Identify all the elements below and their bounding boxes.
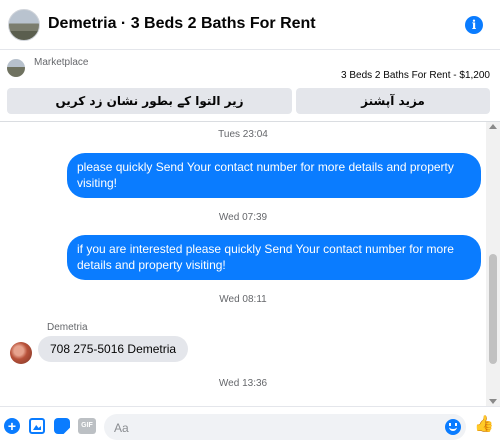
gif-icon[interactable]: GIF <box>78 418 96 434</box>
marketplace-panel: Marketplace 3 Beds 2 Baths For Rent - $1… <box>0 51 500 122</box>
timestamp: Wed 08:11 <box>219 294 267 305</box>
info-icon[interactable]: i <box>465 16 483 34</box>
outgoing-message[interactable]: if you are interested please quickly Sen… <box>67 235 481 280</box>
message-input[interactable] <box>112 418 436 438</box>
incoming-message[interactable]: 708 275-5016 Demetria <box>38 336 189 362</box>
photo-icon[interactable] <box>29 418 45 434</box>
listing-avatar[interactable] <box>8 9 40 41</box>
timestamp: Tues 23:04 <box>218 129 268 140</box>
message-input-box[interactable] <box>104 414 466 440</box>
plus-icon[interactable]: + <box>4 418 20 434</box>
sender-avatar[interactable] <box>10 342 32 364</box>
message-composer: + GIF 👍 <box>0 406 500 445</box>
thumbs-up-icon[interactable]: 👍 <box>474 416 494 434</box>
scrollbar-thumb[interactable] <box>489 254 497 364</box>
marketplace-label: Marketplace <box>34 57 89 68</box>
scroll-up-arrow-icon[interactable] <box>489 124 497 129</box>
outgoing-message[interactable]: please quickly Send Your contact number … <box>67 153 481 198</box>
listing-thumbnail[interactable] <box>7 59 25 77</box>
conversation-title[interactable]: Demetria · 3 Beds 2 Baths For Rent <box>48 15 316 33</box>
sticker-icon[interactable] <box>54 418 70 434</box>
conversation-header: Demetria · 3 Beds 2 Baths For Rent i <box>0 0 500 50</box>
timestamp: Wed 13:36 <box>218 378 268 389</box>
mark-as-pending-button[interactable]: زیر التوا کے بطور نشان زد کریں <box>7 88 292 114</box>
scrollbar[interactable] <box>486 122 500 406</box>
message-thread[interactable]: Tues 23:04 please quickly Send Your cont… <box>0 122 486 406</box>
scroll-down-arrow-icon[interactable] <box>489 399 497 404</box>
listing-title[interactable]: 3 Beds 2 Baths For Rent - $1,200 <box>341 70 490 81</box>
timestamp: Wed 07:39 <box>218 212 268 223</box>
more-options-button[interactable]: مزید آپشنز <box>296 88 490 114</box>
sender-name: Demetria <box>47 322 88 333</box>
emoji-icon[interactable] <box>445 419 461 435</box>
